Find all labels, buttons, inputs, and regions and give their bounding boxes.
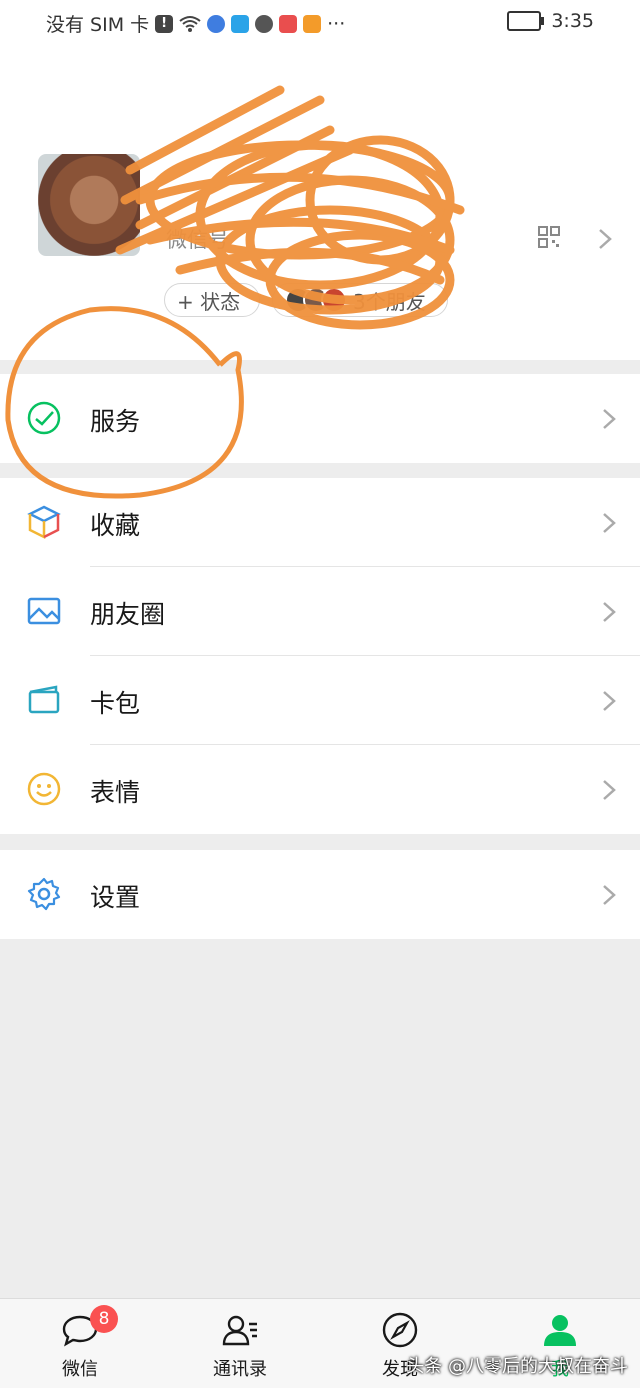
me-person-icon	[544, 1315, 576, 1346]
menu-item-stickers[interactable]: 表情	[0, 745, 640, 834]
profile-header[interactable]: 微信号 + 状态 3个朋友	[0, 44, 640, 360]
browser-app-icon	[255, 14, 274, 33]
menu-label: 表情	[90, 778, 141, 807]
wifi-icon	[179, 15, 201, 32]
menu-label: 服务	[90, 407, 141, 436]
unread-badge: 8	[90, 1305, 118, 1333]
settings-group: 设置	[0, 850, 640, 939]
tab-contacts[interactable]: 通讯录	[160, 1299, 320, 1388]
friends-status-button[interactable]: 3个朋友	[272, 283, 448, 317]
more-notifications-icon: ···	[327, 12, 346, 35]
reader-app-icon	[279, 14, 298, 33]
chevron-right-icon	[603, 780, 616, 800]
music-app-icon	[207, 14, 226, 33]
watermark: 头条 @八零后的大叔在奋斗	[406, 1356, 628, 1377]
gear-icon	[27, 877, 61, 911]
carrier-text: 没有 SIM 卡	[46, 14, 150, 36]
tab-label: 微信	[62, 1359, 98, 1380]
smiley-face-icon	[27, 772, 61, 806]
tab-chats[interactable]: 8 微信	[0, 1299, 160, 1388]
menu-item-cards[interactable]: 卡包	[0, 656, 640, 745]
chevron-right-icon	[603, 513, 616, 533]
wallet-card-icon	[28, 685, 60, 714]
services-icon	[27, 401, 61, 435]
tab-label: 通讯录	[213, 1359, 267, 1380]
menu-item-services[interactable]: 服务	[0, 374, 640, 463]
chevron-right-icon	[603, 885, 616, 905]
chevron-right-icon	[599, 229, 612, 249]
friends-count-label: 3个朋友	[353, 289, 426, 314]
qr-code-icon[interactable]	[538, 226, 560, 248]
moments-picture-icon	[27, 597, 61, 625]
video-app-icon	[303, 14, 322, 33]
clock-text: 3:35	[551, 10, 594, 32]
add-status-button[interactable]: + 状态	[164, 283, 260, 317]
wechat-id: 微信号	[166, 228, 229, 252]
menu-item-settings[interactable]: 设置	[0, 850, 640, 939]
menu-item-moments[interactable]: 朋友圈	[0, 567, 640, 656]
friend-avatar	[321, 287, 347, 313]
status-bar: 没有 SIM 卡 ! ··· 3:35	[0, 0, 640, 44]
menu-label: 朋友圈	[90, 600, 166, 629]
compass-icon	[382, 1312, 418, 1348]
chevron-right-icon	[603, 691, 616, 711]
services-group: 服务	[0, 374, 640, 463]
favorites-cube-icon	[27, 505, 61, 540]
menu-label: 设置	[90, 883, 141, 912]
avatar[interactable]	[38, 154, 140, 256]
chevron-right-icon	[603, 409, 616, 429]
search-app-icon	[231, 14, 250, 33]
chevron-right-icon	[603, 602, 616, 622]
features-group: 收藏 朋友圈 卡包 表情	[0, 478, 640, 834]
battery-icon	[507, 11, 545, 31]
menu-label: 卡包	[90, 689, 141, 718]
menu-label: 收藏	[90, 511, 141, 540]
contacts-icon	[222, 1315, 257, 1346]
menu-item-favorites[interactable]: 收藏	[0, 478, 640, 567]
sim-alert-icon: !	[155, 14, 174, 33]
